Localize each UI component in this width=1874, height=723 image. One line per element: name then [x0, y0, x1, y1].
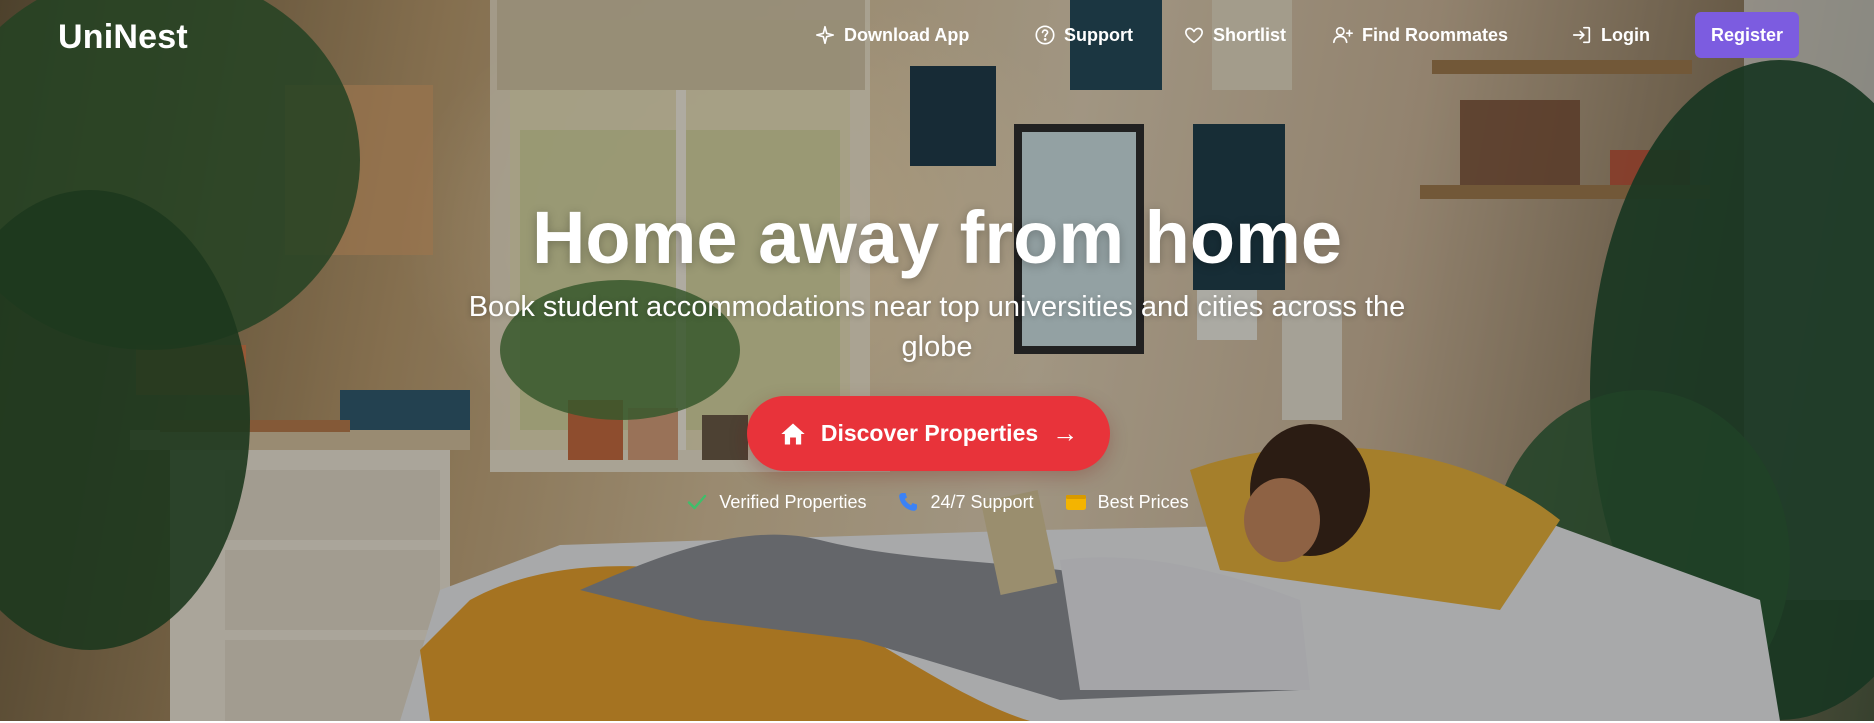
- nav-find-roommates-label: Find Roommates: [1362, 24, 1509, 45]
- heart-icon: [1185, 27, 1203, 44]
- feature-label: 24/7 Support: [930, 491, 1034, 512]
- feature-best-prices: Best Prices: [1064, 490, 1189, 514]
- login-icon: [1572, 26, 1591, 44]
- hero-subtitle: Book student accommodations near top uni…: [468, 291, 1406, 363]
- nav-download-app[interactable]: Download App: [814, 12, 969, 58]
- feature-support: 24/7 Support: [896, 490, 1034, 514]
- feature-label: Best Prices: [1097, 491, 1189, 512]
- nav-shortlist[interactable]: Shortlist: [1183, 12, 1286, 58]
- discover-properties-label: Discover Properties: [820, 420, 1039, 446]
- register-button[interactable]: Register: [1695, 12, 1799, 58]
- check-icon: [688, 494, 707, 510]
- wallet-icon: [1065, 495, 1086, 510]
- feature-label: Verified Properties: [719, 491, 867, 512]
- user-plus-icon: [1333, 26, 1353, 44]
- nav-login[interactable]: Login: [1571, 12, 1650, 58]
- nav-find-roommates[interactable]: Find Roommates: [1332, 12, 1508, 58]
- help-circle-icon: [1035, 25, 1055, 45]
- nav-download-app-label: Download App: [844, 24, 970, 45]
- hero-title: Home away from home: [531, 196, 1343, 279]
- feature-verified-properties: Verified Properties: [685, 490, 866, 514]
- nav-shortlist-label: Shortlist: [1213, 24, 1287, 45]
- discover-properties-button[interactable]: Discover Properties →: [747, 396, 1110, 471]
- nav-login-label: Login: [1601, 24, 1650, 45]
- home-icon: [781, 423, 805, 444]
- hero-section: UniNest Download App Support Shortlist F…: [0, 0, 1874, 721]
- phone-icon: [899, 493, 918, 511]
- sparkle-icon: [815, 25, 835, 45]
- brand-logo[interactable]: UniNest: [58, 18, 188, 57]
- feature-list: Verified Properties 24/7 Support Best Pr…: [0, 490, 1874, 514]
- nav-support[interactable]: Support: [1034, 12, 1133, 58]
- arrow-right-icon: →: [1052, 418, 1079, 448]
- nav-support-label: Support: [1064, 24, 1133, 45]
